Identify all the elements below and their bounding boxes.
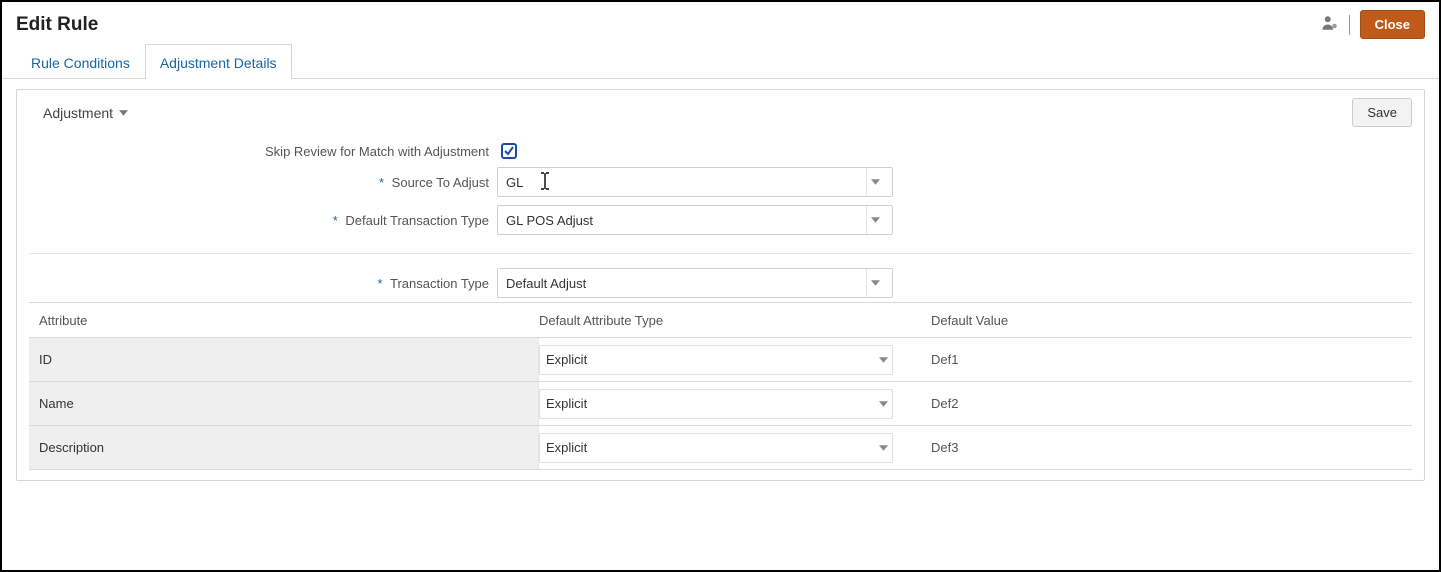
default-txn-type-label: Default Transaction Type — [345, 213, 489, 228]
attribute-table: Attribute Default Attribute Type Default… — [29, 302, 1412, 470]
section-dropdown[interactable]: Adjustment — [43, 105, 128, 121]
required-marker: * — [378, 276, 383, 291]
tab-rule-conditions[interactable]: Rule Conditions — [16, 44, 145, 79]
skip-review-label: Skip Review for Match with Adjustment — [17, 144, 497, 159]
chevron-down-icon — [119, 110, 128, 116]
table-row: ID Explicit Def1 — [29, 338, 1412, 382]
attr-type-value: Explicit — [546, 440, 587, 455]
attr-cell: ID — [29, 338, 539, 381]
attr-type-value: Explicit — [546, 396, 587, 411]
close-button[interactable]: Close — [1360, 10, 1425, 39]
tab-adjustment-details[interactable]: Adjustment Details — [145, 44, 292, 79]
chevron-down-icon — [874, 346, 892, 374]
attr-value-cell: Def1 — [919, 352, 1412, 367]
txn-type-select[interactable]: Default Adjust — [497, 268, 893, 298]
th-default-value: Default Value — [919, 313, 1412, 328]
attr-type-value: Explicit — [546, 352, 587, 367]
source-to-adjust-value: GL — [506, 175, 523, 190]
source-to-adjust-label: Source To Adjust — [392, 175, 489, 190]
table-row: Name Explicit Def2 — [29, 382, 1412, 426]
default-txn-type-value: GL POS Adjust — [506, 213, 593, 228]
chevron-down-icon — [866, 206, 884, 234]
table-row: Description Explicit Def3 — [29, 426, 1412, 470]
required-marker: * — [333, 213, 338, 228]
section-label: Adjustment — [43, 105, 113, 121]
attr-value-cell: Def2 — [919, 396, 1412, 411]
attr-type-select[interactable]: Explicit — [539, 433, 893, 463]
attr-cell: Name — [29, 382, 539, 425]
chevron-down-icon — [866, 269, 884, 297]
chevron-down-icon — [874, 434, 892, 462]
table-header: Attribute Default Attribute Type Default… — [29, 302, 1412, 338]
chevron-down-icon — [866, 168, 884, 196]
attr-value-cell: Def3 — [919, 440, 1412, 455]
txn-type-label: Transaction Type — [390, 276, 489, 291]
adjustment-panel: Adjustment Save Skip Review for Match wi… — [16, 89, 1425, 481]
default-txn-type-select[interactable]: GL POS Adjust — [497, 205, 893, 235]
th-default-attr-type: Default Attribute Type — [539, 313, 919, 328]
skip-review-checkbox[interactable] — [501, 143, 517, 159]
user-icon[interactable] — [1321, 14, 1339, 35]
divider — [29, 253, 1412, 254]
save-button[interactable]: Save — [1352, 98, 1412, 127]
attr-type-select[interactable]: Explicit — [539, 389, 893, 419]
th-attribute: Attribute — [29, 313, 539, 328]
source-to-adjust-select[interactable]: GL — [497, 167, 893, 197]
separator — [1349, 15, 1350, 35]
attr-cell: Description — [29, 426, 539, 469]
txn-type-value: Default Adjust — [506, 276, 586, 291]
chevron-down-icon — [874, 390, 892, 418]
tab-bar: Rule Conditions Adjustment Details — [2, 43, 1439, 79]
page-title: Edit Rule — [16, 14, 98, 36]
required-marker: * — [379, 175, 384, 190]
attr-type-select[interactable]: Explicit — [539, 345, 893, 375]
